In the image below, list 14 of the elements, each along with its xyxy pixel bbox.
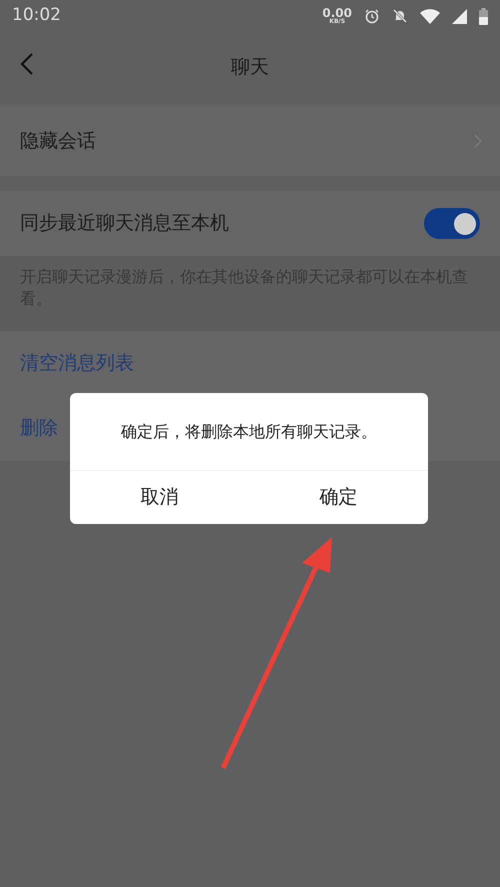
dialog-message: 确定后，将删除本地所有聊天记录。 <box>121 420 377 442</box>
page-title: 聊天 <box>231 54 269 80</box>
battery-icon <box>479 8 488 24</box>
signal-icon <box>452 8 467 24</box>
setting-label: 同步最近聊天消息至本机 <box>20 211 229 236</box>
toggle-switch[interactable] <box>424 208 480 239</box>
back-icon[interactable] <box>20 52 34 76</box>
network-speed: 0.00 <box>322 7 352 19</box>
status-time: 10:02 <box>12 4 61 28</box>
muted-bell-icon <box>392 8 408 24</box>
alarm-icon <box>364 8 380 24</box>
dialog-button[interactable]: 确定 <box>249 471 428 524</box>
wifi-icon <box>420 8 440 24</box>
dialog-button[interactable]: 取消 <box>70 471 249 524</box>
